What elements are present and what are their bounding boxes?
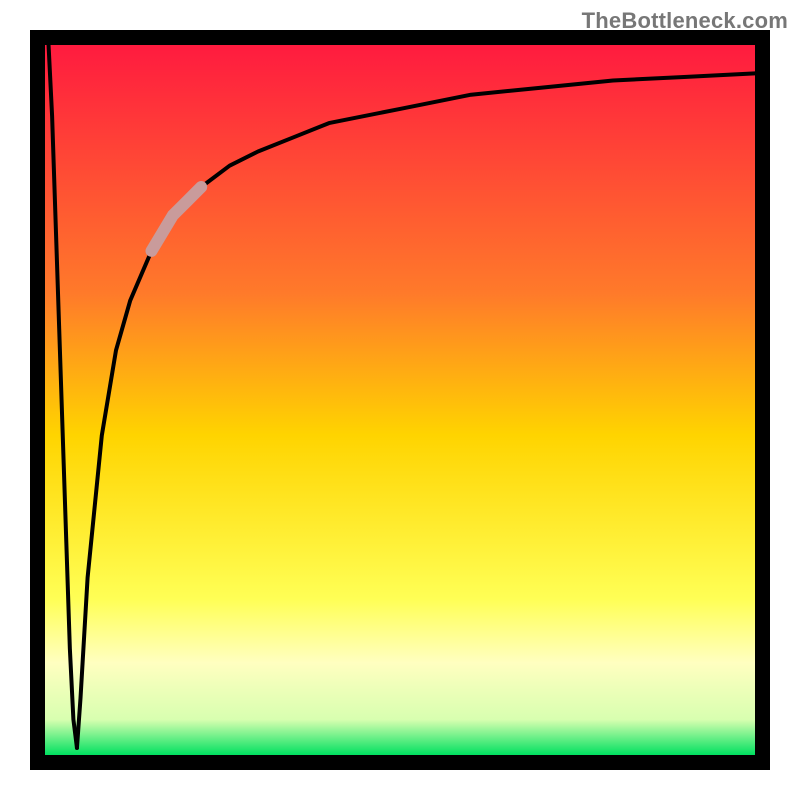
- chart-container: TheBottleneck.com: [0, 0, 800, 800]
- chart-svg: [0, 0, 800, 800]
- chart-plot-background: [45, 45, 755, 755]
- watermark-label: TheBottleneck.com: [582, 8, 788, 34]
